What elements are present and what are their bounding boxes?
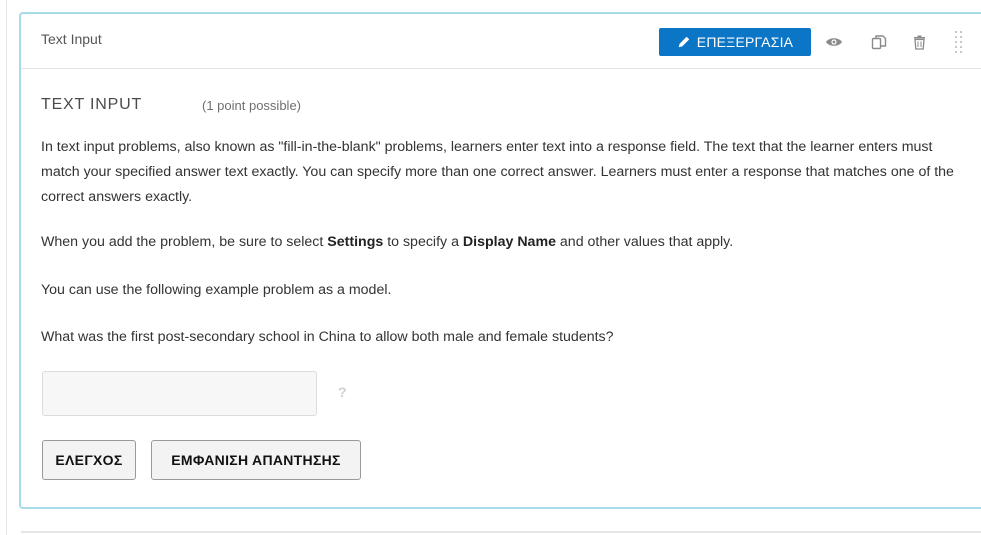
drag-handle-icon[interactable]	[955, 31, 965, 55]
component-title: Text Input	[41, 31, 102, 47]
component-header: Text Input ΕΠΕΞΕΡΓΑΣΙΑ	[21, 14, 981, 69]
next-component-divider	[21, 531, 981, 533]
model-paragraph: You can use the following example proble…	[41, 282, 392, 298]
check-button[interactable]: ΕΛΕΓΧΟΣ	[42, 440, 136, 480]
question-text: What was the first post-secondary school…	[41, 329, 614, 345]
left-divider	[6, 0, 7, 535]
settings-text-e: and other values that apply.	[555, 234, 734, 250]
settings-paragraph: When you add the problem, be sure to sel…	[41, 230, 966, 255]
points-label: (1 point possible)	[202, 98, 301, 113]
trash-icon[interactable]	[909, 33, 929, 51]
edit-button[interactable]: ΕΠΕΞΕΡΓΑΣΙΑ	[659, 28, 811, 56]
answer-input[interactable]	[42, 371, 317, 416]
help-icon[interactable]: ?	[338, 384, 347, 400]
edit-button-label: ΕΠΕΞΕΡΓΑΣΙΑ	[696, 34, 794, 50]
pencil-icon	[678, 36, 690, 48]
settings-text-c: to specify a	[383, 234, 463, 250]
eye-icon[interactable]	[824, 33, 844, 51]
problem-component: Text Input ΕΠΕΞΕΡΓΑΣΙΑ TEXT INPUT (1 poi…	[19, 12, 981, 509]
display-name-emphasis: Display Name	[462, 234, 556, 250]
duplicate-icon[interactable]	[869, 33, 889, 51]
settings-text-a: When you add the problem, be sure to sel…	[41, 234, 328, 250]
intro-paragraph: In text input problems, also known as "f…	[41, 139, 954, 205]
problem-title: TEXT INPUT	[41, 96, 143, 113]
page: Text Input ΕΠΕΞΕΡΓΑΣΙΑ TEXT INPUT (1 poi…	[0, 0, 981, 535]
show-answer-button[interactable]: ΕΜΦΑΝΙΣΗ ΑΠΑΝΤΗΣΗΣ	[151, 440, 361, 480]
settings-emphasis: Settings	[327, 234, 384, 250]
